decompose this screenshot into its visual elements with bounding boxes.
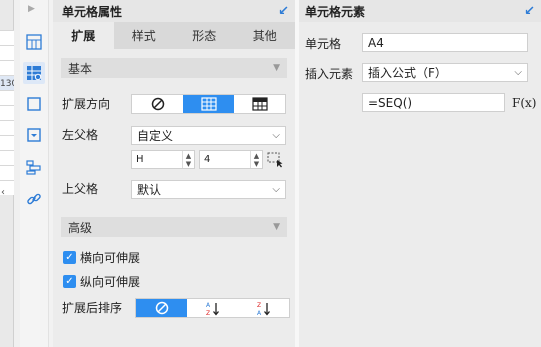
tab-shape[interactable]: 形态 (174, 22, 235, 49)
cell-element-panel: 单元格元素 ↙ 单元格 A4 插入元素 插入公式（F） ⌵ =SEQ() F(x… (299, 0, 541, 347)
expand-direction-label: 扩展方向 (62, 97, 111, 111)
border-icon[interactable] (23, 93, 45, 115)
chevron-down-icon: ⌵ (514, 67, 522, 78)
top-parent-value: 默认 (137, 183, 162, 197)
insert-element-label: 插入元素 (305, 67, 354, 81)
cell-icon[interactable] (23, 31, 45, 53)
section-title: 高级 (68, 220, 93, 235)
collapse-caret-icon[interactable]: ▼ (273, 222, 280, 232)
sort-ascending-option[interactable]: AZ (187, 299, 238, 317)
section-basic[interactable]: 基本 ▼ (61, 58, 287, 78)
no-sort-option[interactable] (136, 299, 187, 317)
panel-title: 单元格属性 (62, 4, 123, 19)
top-parent-row: 上父格 (62, 180, 98, 197)
tab-style[interactable]: 样式 (114, 22, 175, 49)
chevron-down-icon: ⌵ (272, 184, 280, 195)
insert-element-value: 插入公式（F） (368, 66, 447, 80)
formula-value: =SEQ() (368, 95, 413, 110)
vertical-expandable-label: 纵向可伸展 (80, 275, 141, 289)
sheet-cell[interactable] (0, 135, 14, 150)
horizontal-expandable-checkbox[interactable]: ✓ 横向可伸展 (63, 249, 140, 266)
horizontal-expand-option[interactable] (183, 95, 234, 113)
tab-expand[interactable]: 扩展 (53, 22, 114, 49)
cell-name-value: A4 (368, 35, 384, 50)
vertical-expandable-checkbox[interactable]: ✓ 纵向可伸展 (63, 273, 140, 290)
stepper-arrows-icon[interactable]: ▲ ▼ (250, 151, 262, 168)
left-parent-row-stepper[interactable]: 4 ▲ ▼ (199, 150, 263, 169)
horizontal-expandable-label: 横向可伸展 (80, 251, 141, 265)
left-parent-row-value: 4 (204, 154, 211, 165)
top-parent-label: 上父格 (62, 182, 99, 196)
cell-name-label: 单元格 (305, 37, 342, 51)
sort-descending-option[interactable]: ZA (238, 299, 289, 317)
stepper-arrows-icon[interactable]: ▲ ▼ (182, 151, 194, 168)
formula-input[interactable]: =SEQ() (362, 93, 505, 112)
property-icon-bar: ▶ (20, 0, 49, 347)
sheet-cell[interactable] (0, 165, 14, 180)
svg-text:Z: Z (257, 302, 261, 309)
top-parent-select[interactable]: 默认 ⌵ (131, 180, 286, 199)
left-parent-label: 左父格 (62, 128, 99, 142)
expand-direction-toggle (131, 94, 286, 114)
formula-editor-button[interactable]: F(x) (512, 93, 536, 112)
cell-name-input[interactable]: A4 (362, 33, 528, 52)
panel-title: 单元格元素 (305, 4, 366, 19)
cell-properties-panel: 单元格属性 ↙ 扩展 样式 形态 其他 基本 ▼ 扩展方向 左父格 自定义 ⌵ … (53, 0, 295, 347)
sheet-edge: 130 ‹ (0, 0, 17, 347)
condition-icon[interactable] (23, 156, 45, 178)
collapse-caret-icon[interactable]: ▼ (273, 63, 280, 73)
left-parent-value: 自定义 (137, 129, 174, 143)
section-advanced[interactable]: 高级 ▼ (61, 217, 287, 237)
collapse-arrow-icon[interactable]: ▶ (28, 4, 35, 14)
property-tabs: 扩展 样式 形态 其他 (53, 22, 295, 49)
left-parent-column-stepper[interactable]: H ▲ ▼ (131, 150, 195, 169)
chevron-down-icon: ⌵ (272, 130, 280, 141)
svg-text:A: A (257, 310, 262, 316)
left-parent-column-value: H (136, 154, 144, 165)
panel-header: 单元格元素 ↙ (299, 0, 541, 22)
hyperlink-icon[interactable] (23, 188, 45, 210)
pin-icon[interactable]: ↙ (524, 4, 535, 19)
select-cell-icon[interactable] (266, 151, 284, 168)
sort-toggle: AZ ZA (135, 298, 290, 318)
insert-element-select[interactable]: 插入公式（F） ⌵ (362, 63, 528, 82)
sort-label: 扩展后排序 (62, 301, 123, 315)
left-parent-select[interactable]: 自定义 ⌵ (131, 126, 286, 145)
cell-info-icon[interactable] (23, 62, 45, 84)
checkbox-checked-icon[interactable]: ✓ (63, 275, 76, 288)
sheet-cell[interactable] (0, 60, 14, 75)
sheet-cell[interactable] (0, 120, 14, 135)
tab-other[interactable]: 其他 (235, 22, 296, 49)
panel-header: 单元格属性 ↙ (53, 0, 295, 22)
sheet-cell[interactable] (0, 150, 14, 165)
no-expand-option[interactable] (132, 95, 183, 113)
function-icon: F(x) (512, 95, 537, 110)
expand-direction-row: 扩展方向 (62, 95, 110, 112)
chevron-left-icon[interactable]: ‹ (1, 187, 5, 198)
pin-icon[interactable]: ↙ (278, 4, 289, 19)
checkbox-checked-icon[interactable]: ✓ (63, 251, 76, 264)
widget-icon[interactable] (23, 124, 45, 146)
sheet-cell[interactable] (0, 105, 14, 120)
left-parent-row: 左父格 (62, 126, 98, 143)
sheet-cell[interactable] (0, 45, 14, 60)
svg-text:Z: Z (206, 310, 210, 316)
vertical-expand-option[interactable] (234, 95, 285, 113)
sort-row: 扩展后排序 (62, 299, 122, 316)
sheet-cell[interactable] (0, 30, 14, 45)
svg-text:A: A (206, 302, 211, 309)
section-title: 基本 (68, 61, 93, 76)
sheet-cell[interactable] (0, 90, 14, 105)
